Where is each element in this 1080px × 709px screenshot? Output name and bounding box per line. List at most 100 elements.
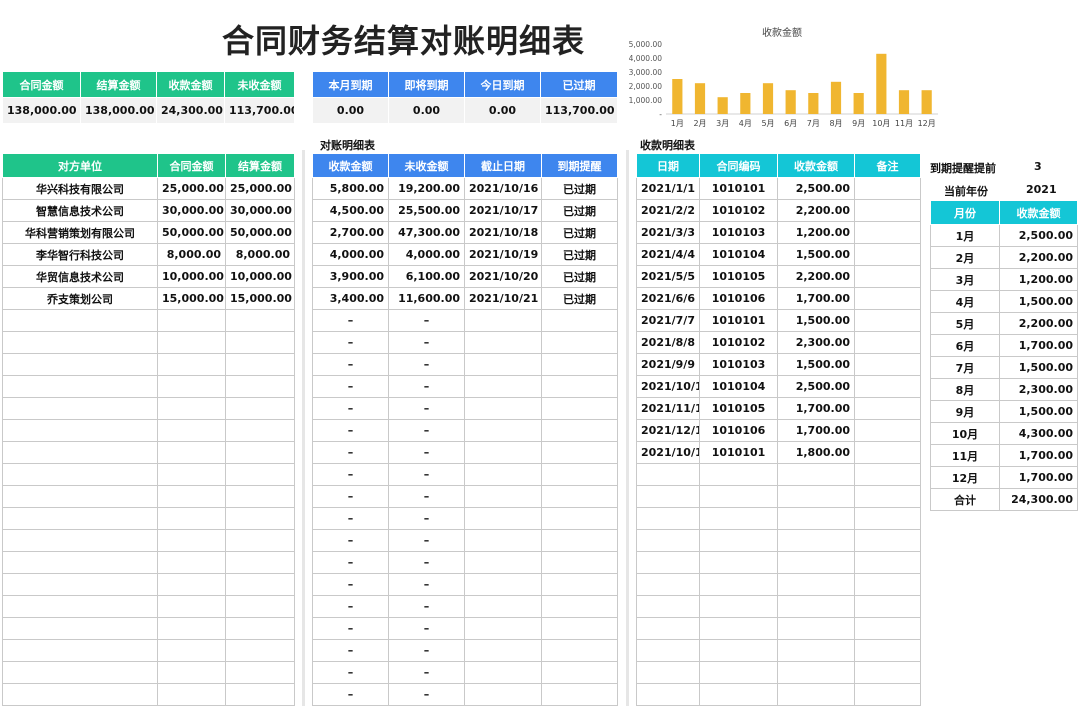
table-cell[interactable]: 6,100.00 [388, 265, 465, 288]
year-value[interactable]: 2021 [1026, 183, 1057, 196]
table-cell[interactable]: 2021/10/20 [464, 265, 542, 288]
table-cell[interactable] [2, 573, 158, 596]
table-cell[interactable] [2, 397, 158, 420]
table-cell[interactable]: – [312, 683, 389, 706]
table-cell[interactable]: 11,600.00 [388, 287, 465, 310]
table-cell[interactable]: 2021/10/16 [464, 177, 542, 200]
table-cell[interactable] [2, 529, 158, 552]
table-cell[interactable] [541, 309, 618, 332]
table-cell[interactable] [464, 397, 542, 420]
table-cell[interactable] [541, 595, 618, 618]
table-cell[interactable]: 2021/6/6 [636, 287, 700, 310]
table-cell[interactable] [636, 507, 700, 530]
table-cell[interactable] [464, 617, 542, 640]
table-cell[interactable] [854, 221, 921, 244]
table-cell[interactable]: 25,000.00 [225, 177, 295, 200]
table-cell[interactable] [854, 353, 921, 376]
table-cell[interactable] [636, 551, 700, 574]
table-cell[interactable] [464, 441, 542, 464]
table-cell[interactable] [2, 463, 158, 486]
table-cell[interactable] [225, 463, 295, 486]
table-cell[interactable] [854, 507, 921, 530]
table-cell[interactable] [464, 353, 542, 376]
table-cell[interactable] [541, 661, 618, 684]
table-cell[interactable]: – [388, 397, 465, 420]
table-cell[interactable] [157, 397, 226, 420]
table-cell[interactable]: – [388, 353, 465, 376]
column-header[interactable]: 日期 [636, 153, 700, 178]
table-cell[interactable] [225, 529, 295, 552]
table-cell[interactable] [464, 419, 542, 442]
table-cell[interactable]: 2021/10/19 [464, 243, 542, 266]
table-cell[interactable]: 10,000.00 [225, 265, 295, 288]
summary-value[interactable]: 138,000.00 [2, 97, 81, 124]
table-cell[interactable]: 1010105 [699, 397, 778, 420]
table-cell[interactable]: – [388, 463, 465, 486]
table-cell[interactable] [2, 441, 158, 464]
table-cell[interactable]: – [312, 463, 389, 486]
table-cell[interactable] [2, 639, 158, 662]
table-cell[interactable]: – [312, 507, 389, 530]
summary-value[interactable]: 113,700.00 [540, 97, 618, 124]
table-cell[interactable]: 1,700.00 [777, 397, 855, 420]
column-header[interactable]: 截止日期 [464, 153, 542, 178]
table-cell[interactable]: 2021/9/9 [636, 353, 700, 376]
table-cell[interactable] [2, 661, 158, 684]
table-cell[interactable]: 2021/3/3 [636, 221, 700, 244]
table-cell[interactable] [854, 177, 921, 200]
table-cell[interactable] [699, 573, 778, 596]
table-cell[interactable]: 已过期 [541, 243, 618, 266]
table-cell[interactable] [464, 507, 542, 530]
table-cell[interactable]: 李华智行科技公司 [2, 243, 158, 266]
table-cell[interactable] [854, 287, 921, 310]
table-cell[interactable] [2, 309, 158, 332]
table-cell[interactable] [157, 463, 226, 486]
table-cell[interactable] [854, 375, 921, 398]
table-cell[interactable] [854, 529, 921, 552]
table-cell[interactable] [854, 309, 921, 332]
table-cell[interactable]: 1,800.00 [777, 441, 855, 464]
table-cell[interactable]: 2021/10/17 [464, 199, 542, 222]
table-cell[interactable] [541, 617, 618, 640]
table-cell[interactable] [225, 661, 295, 684]
table-cell[interactable]: 1,500.00 [777, 243, 855, 266]
table-cell[interactable] [854, 683, 921, 706]
table-cell[interactable]: 2,200.00 [777, 265, 855, 288]
column-header[interactable]: 收款金额 [312, 153, 389, 178]
column-header[interactable]: 备注 [854, 153, 921, 178]
table-cell[interactable] [854, 617, 921, 640]
table-cell[interactable] [541, 463, 618, 486]
table-cell[interactable]: – [312, 661, 389, 684]
table-cell[interactable]: – [312, 331, 389, 354]
table-cell[interactable]: 1,500.00 [777, 309, 855, 332]
column-header[interactable]: 未收金额 [388, 153, 465, 178]
table-cell[interactable]: – [388, 507, 465, 530]
summary-value[interactable]: 0.00 [312, 97, 389, 124]
table-cell[interactable]: – [388, 309, 465, 332]
table-cell[interactable] [464, 375, 542, 398]
table-cell[interactable] [699, 683, 778, 706]
table-cell[interactable] [777, 661, 855, 684]
table-cell[interactable]: – [388, 485, 465, 508]
table-cell[interactable] [777, 683, 855, 706]
table-cell[interactable] [157, 661, 226, 684]
table-cell[interactable] [777, 529, 855, 552]
table-cell[interactable]: 华贸信息技术公司 [2, 265, 158, 288]
table-cell[interactable]: 1010103 [699, 221, 778, 244]
table-cell[interactable] [225, 353, 295, 376]
table-cell[interactable] [777, 507, 855, 530]
table-cell[interactable] [464, 661, 542, 684]
table-cell[interactable]: 2021/5/5 [636, 265, 700, 288]
table-cell[interactable]: 50,000.00 [225, 221, 295, 244]
table-cell[interactable] [854, 419, 921, 442]
table-cell[interactable] [157, 309, 226, 332]
summary-value[interactable]: 0.00 [464, 97, 541, 124]
table-cell[interactable] [2, 551, 158, 574]
table-cell[interactable] [636, 485, 700, 508]
table-cell[interactable]: – [388, 683, 465, 706]
table-cell[interactable]: 30,000.00 [225, 199, 295, 222]
table-cell[interactable] [2, 419, 158, 442]
table-cell[interactable] [636, 573, 700, 596]
table-cell[interactable]: 1010102 [699, 331, 778, 354]
table-cell[interactable]: 1010105 [699, 265, 778, 288]
